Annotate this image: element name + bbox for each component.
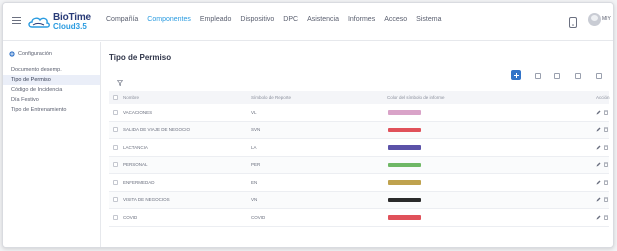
nav-item[interactable]: Dispositivo [240,16,274,23]
cell-symbol: SVN [251,127,261,133]
delete-icon[interactable] [604,215,608,220]
delete-icon[interactable] [604,162,608,168]
cell-symbol: LA [251,144,257,150]
logo-title: BioTime [53,12,91,23]
app-logo[interactable]: BioTime Cloud3.5 [27,11,91,33]
cell-name: SALIDA DE VIAJE DE NEGOCIO [123,127,191,133]
cell-symbol: VL [251,109,257,115]
logo-text: BioTime Cloud3.5 [53,12,91,32]
filter-icon[interactable] [116,73,124,87]
top-bar: BioTime Cloud3.5 Compañía Componentes Empl… [3,3,613,41]
nav-item[interactable]: Informes [348,16,375,23]
table-header: Nombre Símbolo de Reporte Color del símb… [109,91,610,104]
delete-icon[interactable] [604,127,608,133]
menu-icon[interactable] [12,17,21,24]
nav-item[interactable]: Acceso [384,16,407,23]
nav-item[interactable]: Sistema [416,16,441,23]
delete-icon[interactable] [604,145,608,150]
logo-subtitle: Cloud3.5 [53,22,87,31]
delete-button[interactable] [532,70,542,80]
column-header-color[interactable]: Color del símbolo de informe [387,95,445,100]
sidebar-item[interactable]: Tipo de Entrenamiento [3,105,100,115]
settings-button[interactable] [593,70,603,80]
row-checkbox[interactable] [113,144,118,150]
edit-icon[interactable] [596,180,601,185]
sidebar-item[interactable]: Tipo de Permiso [3,75,100,85]
nav-item[interactable]: Asistencia [307,16,339,23]
color-swatch [388,215,421,220]
nav-item[interactable]: Compañía [106,16,138,23]
cell-name: ENFERMEDAD [123,179,155,185]
permission-type-table: Nombre Símbolo de Reporte Color del símb… [109,91,610,227]
row-checkbox[interactable] [113,214,118,220]
sidebar-header[interactable]: Configuración [9,51,52,57]
page-title: Tipo de Permiso [109,53,172,62]
row-checkbox[interactable] [113,109,118,115]
sidebar-item[interactable]: Código de Incidencia [3,85,100,95]
row-checkbox[interactable] [113,179,118,185]
sidebar: Configuración Documento desemp. Tipo de P… [3,42,101,247]
row-checkbox[interactable] [113,162,118,168]
color-swatch [388,110,421,115]
table-row[interactable]: PERSONAL PER [109,156,609,174]
edit-icon[interactable] [596,197,601,202]
export-button[interactable] [572,70,582,80]
table-row[interactable]: VISITA DE NEGOCIOS VN [109,191,609,209]
cell-name: VACACIONES [123,109,153,115]
cell-symbol: PER [251,162,261,168]
delete-icon[interactable] [604,197,608,203]
column-header-name[interactable]: Nombre [123,95,139,100]
cell-name: VISITA DE NEGOCIOS [123,197,170,203]
color-swatch [388,180,421,185]
table-row[interactable]: LACTANCIA LA [109,139,609,157]
screen-background: BioTime Cloud3.5 Compañía Componentes Empl… [0,0,617,251]
edit-icon[interactable] [596,162,601,167]
app-window: BioTime Cloud3.5 Compañía Componentes Empl… [2,2,614,248]
color-swatch [388,162,421,167]
sidebar-item[interactable]: Documento desemp. [3,65,100,75]
import-button[interactable] [551,70,561,80]
cell-symbol: EN [251,179,258,185]
nav-item[interactable]: Componentes [147,16,191,23]
color-swatch [388,127,421,132]
cell-name: COVID [123,214,138,220]
table-row[interactable]: VACACIONES VL [109,104,609,122]
select-all-checkbox[interactable] [113,95,118,100]
user-label[interactable]: MIY [602,16,611,22]
row-checkbox[interactable] [113,197,118,203]
cell-name: LACTANCIA [123,144,148,150]
sidebar-header-label: Configuración [18,51,52,57]
cell-symbol: VN [251,197,258,203]
edit-icon[interactable] [596,127,601,132]
row-checkbox[interactable] [113,127,118,133]
cell-symbol: COVID [251,214,266,220]
column-header-symbol[interactable]: Símbolo de Reporte [251,95,291,100]
main-nav: Compañía Componentes Empleado Dispositivo DP… [106,16,450,23]
nav-item[interactable]: Empleado [200,16,232,23]
notification-icon[interactable] [568,15,578,28]
add-button[interactable] [511,70,521,80]
main-content: Tipo de Permiso Nombre Símbolo de Report… [102,42,613,247]
table-row[interactable]: COVID COVID [109,209,609,227]
gear-icon [9,51,15,57]
edit-icon[interactable] [596,145,601,150]
cell-name: PERSONAL [123,162,148,168]
nav-item[interactable]: DPC [283,16,298,23]
table-row[interactable]: SALIDA DE VIAJE DE NEGOCIO SVN [109,121,609,139]
edit-icon[interactable] [596,215,601,220]
color-swatch [388,197,421,202]
color-swatch [388,145,421,150]
table-row[interactable]: ENFERMEDAD EN [109,174,609,192]
edit-icon[interactable] [596,110,601,115]
cloud-logo-icon [27,14,51,30]
delete-icon[interactable] [604,180,608,185]
column-header-action: Acción [596,95,610,100]
sidebar-item[interactable]: Día Festivo [3,95,100,105]
user-avatar[interactable] [588,13,601,26]
delete-icon[interactable] [604,110,608,115]
